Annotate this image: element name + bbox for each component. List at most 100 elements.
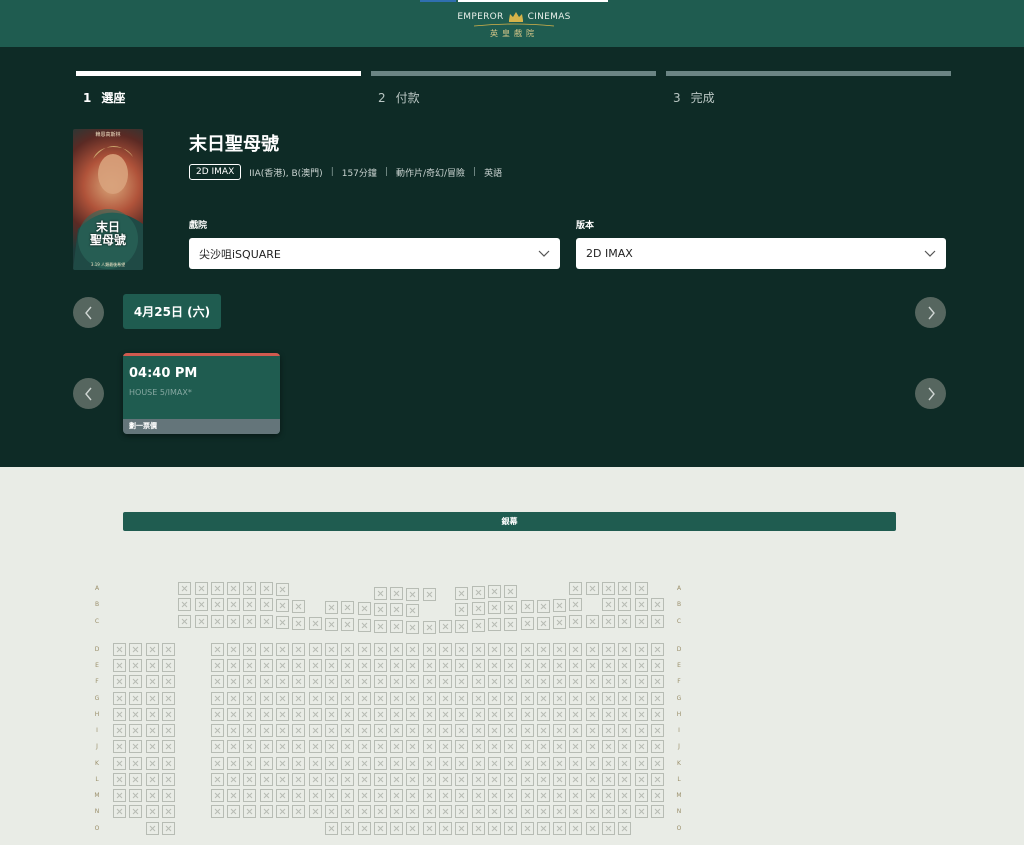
seat-unavailable-icon — [635, 773, 648, 786]
showtime-card[interactable]: 04:40 PM HOUSE 5/IMAX* 劃一票價 — [123, 353, 280, 434]
seat-unavailable-icon — [341, 675, 354, 688]
seat-unavailable-icon — [423, 692, 436, 705]
seat-unavailable-icon — [472, 805, 485, 818]
seat-unavailable-icon — [602, 582, 615, 595]
seat-unavailable-icon — [129, 740, 142, 753]
seat-unavailable-icon — [586, 822, 599, 835]
format-badge: 2D IMAX — [189, 164, 242, 180]
seat-unavailable-icon — [292, 773, 305, 786]
showtime-next-button[interactable] — [915, 378, 946, 409]
seat-unavailable-icon — [569, 805, 582, 818]
movie-genre: 動作片/奇幻/冒險 — [395, 168, 466, 179]
seat-unavailable-icon — [162, 708, 175, 721]
seat-unavailable-icon — [602, 643, 615, 656]
seat-unavailable-icon — [488, 585, 501, 598]
seat-unavailable-icon — [455, 822, 468, 835]
seat-unavailable-icon — [472, 724, 485, 737]
seat-unavailable-icon — [635, 643, 648, 656]
emperor-cinemas-logo[interactable]: EMPEROR CINEMAS 英皇戲院 — [452, 9, 576, 41]
seat-unavailable-icon — [374, 724, 387, 737]
seat-unavailable-icon — [211, 805, 224, 818]
seat-unavailable-icon — [455, 724, 468, 737]
seat-unavailable-icon — [488, 659, 501, 672]
seat-unavailable-icon — [292, 724, 305, 737]
seat-unavailable-icon — [602, 822, 615, 835]
seat-unavailable-icon — [651, 675, 664, 688]
seat-unavailable-icon — [390, 620, 403, 633]
seat-unavailable-icon — [341, 805, 354, 818]
step-select-seat: 1 選座 — [76, 71, 361, 106]
seat-unavailable-icon — [325, 822, 338, 835]
seat-unavailable-icon — [325, 740, 338, 753]
date-next-button[interactable] — [915, 297, 946, 328]
seat-row-label: B — [676, 601, 682, 608]
seat-unavailable-icon — [260, 805, 273, 818]
seat-unavailable-icon — [602, 615, 615, 628]
site-header: EMPEROR CINEMAS 英皇戲院 — [0, 0, 1024, 47]
seat-unavailable-icon — [618, 659, 631, 672]
seat-unavailable-icon — [358, 643, 371, 656]
date-selected[interactable]: 4月25日 (六) — [123, 294, 221, 329]
step-number: 1 — [83, 91, 92, 105]
seat-unavailable-icon — [651, 805, 664, 818]
showtime-prev-button[interactable] — [73, 378, 104, 409]
seat-unavailable-icon — [227, 805, 240, 818]
meta-divider: | — [473, 167, 477, 177]
seat-unavailable-icon — [260, 773, 273, 786]
seat-unavailable-icon — [309, 659, 322, 672]
seat-unavailable-icon — [423, 675, 436, 688]
seat-unavailable-icon — [358, 740, 371, 753]
seat-unavailable-icon — [146, 757, 159, 770]
seat-unavailable-icon — [309, 773, 322, 786]
seat-unavailable-icon — [586, 692, 599, 705]
seat-unavailable-icon — [537, 617, 550, 630]
seat-unavailable-icon — [162, 805, 175, 818]
seat-unavailable-icon — [374, 692, 387, 705]
poster-title-line2: 聖母號 — [89, 233, 126, 247]
seat-row-label: F — [677, 678, 681, 685]
seat-unavailable-icon — [227, 675, 240, 688]
seat-unavailable-icon — [260, 789, 273, 802]
seat-unavailable-icon — [374, 603, 387, 616]
seat-unavailable-icon — [569, 675, 582, 688]
seat-unavailable-icon — [537, 773, 550, 786]
seat-unavailable-icon — [276, 773, 289, 786]
seat-unavailable-icon — [521, 805, 534, 818]
seat-unavailable-icon — [292, 692, 305, 705]
meta-divider: | — [330, 167, 334, 177]
seat-unavailable-icon — [146, 643, 159, 656]
seat-unavailable-icon — [602, 740, 615, 753]
seat-row-label: G — [94, 695, 100, 702]
seat-row-label: D — [94, 646, 100, 653]
seat-row-label: J — [678, 743, 680, 750]
seat-unavailable-icon — [423, 643, 436, 656]
seat-unavailable-icon — [635, 708, 648, 721]
seat-unavailable-icon — [325, 805, 338, 818]
seat-unavailable-icon — [243, 615, 256, 628]
seat-unavailable-icon — [195, 598, 208, 611]
seat-unavailable-icon — [292, 659, 305, 672]
seat-unavailable-icon — [569, 598, 582, 611]
seat-unavailable-icon — [243, 740, 256, 753]
version-select[interactable]: 2D IMAX — [576, 238, 946, 269]
seat-unavailable-icon — [406, 740, 419, 753]
seat-unavailable-icon — [553, 740, 566, 753]
seat-unavailable-icon — [243, 675, 256, 688]
seat-unavailable-icon — [504, 601, 517, 614]
seat-unavailable-icon — [309, 789, 322, 802]
seat-unavailable-icon — [390, 643, 403, 656]
cinema-select[interactable]: 尖沙咀iSQUARE — [189, 238, 560, 269]
seat-unavailable-icon — [488, 601, 501, 614]
seat-unavailable-icon — [358, 757, 371, 770]
step-number: 3 — [673, 91, 681, 105]
seat-row-label: J — [96, 743, 98, 750]
seat-unavailable-icon — [504, 724, 517, 737]
seat-unavailable-icon — [635, 598, 648, 611]
seat-unavailable-icon — [586, 643, 599, 656]
seat-unavailable-icon — [243, 708, 256, 721]
seat-unavailable-icon — [406, 805, 419, 818]
seat-unavailable-icon — [129, 692, 142, 705]
crown-icon — [508, 12, 523, 22]
seat-unavailable-icon — [455, 620, 468, 633]
date-prev-button[interactable] — [73, 297, 104, 328]
